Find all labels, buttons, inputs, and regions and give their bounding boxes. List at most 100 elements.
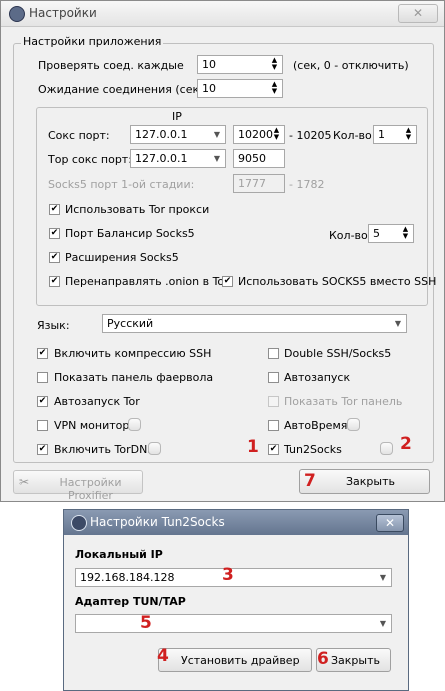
use-socks5-label: Использовать SOCKS5 вместо SSH — [238, 275, 437, 288]
balancer-count-spinner-icon[interactable]: ▲ ▼ — [400, 226, 411, 241]
annotation-6: 6 — [317, 649, 329, 669]
proxifier-settings-button[interactable]: ✂ Настройки Proxifier — [13, 470, 143, 502]
show-firewall-label: Показать панель фаервола — [54, 371, 214, 384]
autotime-toggle[interactable] — [347, 418, 360, 431]
wrench-icon: ✂ — [19, 475, 30, 489]
vpn-monitor-toggle[interactable] — [128, 418, 141, 431]
annotation-4: 4 — [157, 646, 169, 666]
close-icon[interactable]: ✕ — [398, 4, 438, 23]
annotation-3: 3 — [222, 565, 234, 585]
show-firewall-checkbox[interactable] — [37, 372, 48, 383]
ssh-compression-label: Включить компрессию SSH — [54, 347, 212, 360]
check-conn-spinner-icon[interactable]: ▲ ▼ — [269, 57, 280, 72]
wait-conn-label: Ожидание соединения (сек) — [38, 83, 204, 96]
socks5-ext-label: Расширения Socks5 — [65, 251, 179, 264]
socks-count-spinner-icon[interactable]: ▲ ▼ — [403, 127, 414, 142]
tor-ip-combo[interactable]: 127.0.0.1 ▼ — [130, 149, 226, 168]
window-title: Настройки — [29, 6, 97, 20]
balancer-port-checkbox[interactable]: ✔ — [49, 228, 60, 239]
socks5-stage1-input: 1777 — [233, 174, 285, 193]
autotime-label: АвтоВремя — [284, 419, 348, 432]
local-ip-value: 192.168.184.128 — [80, 571, 175, 584]
chevron-down-icon[interactable]: ▼ — [209, 150, 225, 167]
tun2socks-window: Настройки Tun2Socks ✕ Локальный IP 192.1… — [63, 509, 409, 691]
app-icon — [9, 6, 25, 22]
tun2socks-label: Tun2Socks — [284, 443, 342, 456]
tun2socks-checkbox[interactable]: ✔ — [268, 444, 279, 455]
autotime-checkbox[interactable] — [268, 420, 279, 431]
local-ip-label: Локальный IP — [75, 548, 163, 561]
wait-conn-input[interactable]: 10 ▲ ▼ — [197, 79, 283, 98]
autostart-tor-label: Автозапуск Tor — [54, 395, 140, 408]
vpn-monitor-label: VPN монитор — [54, 419, 130, 432]
tordns-toggle[interactable] — [148, 442, 161, 455]
tun2socks-close-label: Закрыть — [331, 654, 380, 667]
use-tor-proxy-checkbox[interactable]: ✔ — [49, 204, 60, 215]
wait-conn-spinner-icon[interactable]: ▲ ▼ — [269, 81, 280, 96]
annotation-5: 5 — [140, 613, 152, 633]
autostart-checkbox[interactable] — [268, 372, 279, 383]
balancer-count-label: Кол-во: — [329, 229, 372, 242]
tor-port-value: 9050 — [238, 152, 266, 165]
chevron-down-icon[interactable]: ▼ — [375, 615, 391, 632]
annotation-2: 2 — [400, 434, 412, 454]
tor-ip-value: 127.0.0.1 — [135, 152, 188, 165]
double-ssh-checkbox[interactable] — [268, 348, 279, 359]
tordns-checkbox[interactable]: ✔ — [37, 444, 48, 455]
use-tor-proxy-label: Использовать Tor прокси — [65, 203, 210, 216]
chevron-down-icon[interactable]: ▼ — [390, 315, 406, 332]
app-settings-legend: Настройки приложения — [21, 35, 164, 48]
autostart-tor-checkbox[interactable]: ✔ — [37, 396, 48, 407]
chevron-down-icon[interactable]: ▼ — [375, 569, 391, 586]
ssh-compression-checkbox[interactable]: ✔ — [37, 348, 48, 359]
socks-port-value: 10200 — [238, 128, 273, 141]
socks-port-input[interactable]: 10200 ▲ ▼ — [233, 125, 285, 144]
check-conn-input[interactable]: 10 ▲ ▼ — [197, 55, 283, 74]
install-driver-label: Установить драйвер — [181, 654, 300, 667]
tun2socks-window-title: Настройки Tun2Socks — [90, 515, 225, 529]
tor-port-input[interactable]: 9050 — [233, 149, 285, 168]
wait-conn-value: 10 — [202, 82, 216, 95]
double-ssh-label: Double SSH/Socks5 — [284, 347, 392, 360]
socks-count-value: 1 — [378, 128, 385, 141]
use-socks5-checkbox[interactable]: ✔ — [222, 276, 233, 287]
chevron-down-icon[interactable]: ▼ — [209, 126, 225, 143]
balancer-port-label: Порт Балансир Socks5 — [65, 227, 195, 240]
socks5-stage1-value: 1777 — [238, 177, 266, 190]
redirect-onion-label: Перенаправлять .onion в Tor — [65, 275, 229, 288]
adapter-combo[interactable]: ▼ — [75, 614, 392, 633]
tun2socks-title-bar: Настройки Tun2Socks ✕ — [64, 510, 408, 535]
socks5-stage1-label: Socks5 порт 1-ой стадии: — [48, 178, 195, 191]
balancer-count-input[interactable]: 5 ▲ ▼ — [368, 224, 414, 243]
socks-port-end: - 10205 — [289, 129, 332, 142]
socks-port-spinner-icon[interactable]: ▲ ▼ — [271, 127, 282, 142]
redirect-onion-checkbox[interactable]: ✔ — [49, 276, 60, 287]
language-combo[interactable]: Русский ▼ — [102, 314, 407, 333]
vpn-monitor-checkbox[interactable] — [37, 420, 48, 431]
close-button[interactable]: Закрыть — [299, 469, 430, 494]
settings-window: Настройки ✕ Настройки приложения Проверя… — [0, 0, 445, 502]
language-value: Русский — [107, 317, 154, 330]
socks-ip-combo[interactable]: 127.0.0.1 ▼ — [130, 125, 226, 144]
check-conn-hint: (сек, 0 - отключить) — [293, 59, 409, 72]
socks5-ext-checkbox[interactable]: ✔ — [49, 252, 60, 263]
tordns-label: Включить TorDNS — [54, 443, 155, 456]
socks-count-label: Кол-во: — [333, 129, 376, 142]
socks-count-input[interactable]: 1 ▲ ▼ — [373, 125, 417, 144]
language-label: Язык: — [37, 319, 70, 332]
check-conn-label: Проверять соед. каждые — [38, 59, 184, 72]
balancer-count-value: 5 — [373, 227, 380, 240]
close-icon[interactable]: ✕ — [376, 514, 404, 532]
socks-port-label: Сокс порт: — [48, 129, 110, 142]
tun2socks-toggle[interactable] — [380, 442, 393, 455]
close-button-label: Закрыть — [346, 475, 395, 488]
autostart-label: Автозапуск — [284, 371, 351, 384]
ip-header: IP — [172, 110, 182, 123]
adapter-label: Адаптер TUN/TAP — [75, 595, 186, 608]
check-conn-value: 10 — [202, 58, 216, 71]
show-tor-panel-label: Показать Tor панель — [284, 395, 403, 408]
annotation-1: 1 — [247, 437, 259, 457]
show-tor-panel-checkbox — [268, 396, 279, 407]
install-driver-button[interactable]: Установить драйвер — [158, 648, 312, 672]
socks-ip-value: 127.0.0.1 — [135, 128, 188, 141]
